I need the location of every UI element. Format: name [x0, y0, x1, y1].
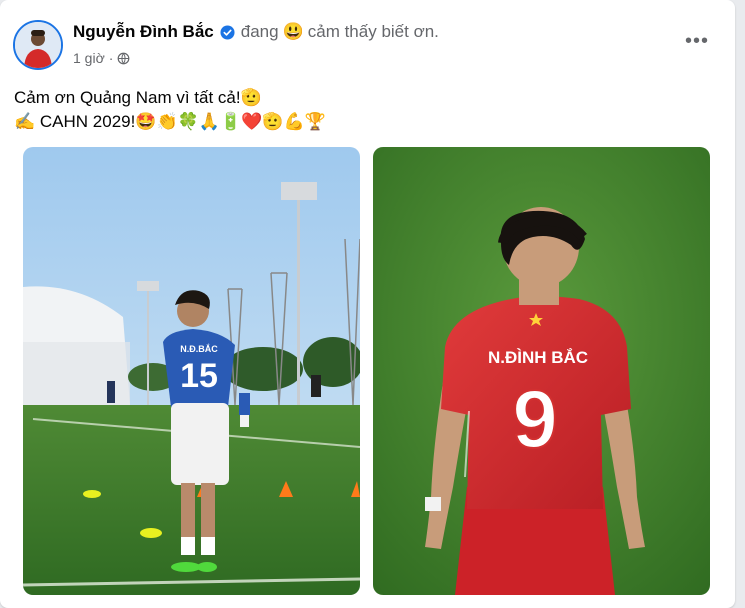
post-header: Nguyễn Đình Bắc đang 😃 cảm thấy biết ơn.: [73, 22, 439, 42]
right-jersey-number: 9: [512, 374, 558, 465]
feeling-emoji: 😃: [282, 22, 304, 41]
feeling-prefix: đang: [240, 22, 279, 41]
post-text-1-emoji: 🫡: [240, 88, 262, 107]
post-timestamp[interactable]: 1 giờ: [73, 50, 105, 66]
globe-icon[interactable]: [117, 52, 130, 65]
author-name[interactable]: Nguyễn Đình Bắc: [73, 22, 214, 42]
more-options-icon[interactable]: •••: [685, 30, 709, 53]
verified-badge-icon: [220, 24, 235, 40]
avatar-image: [15, 22, 61, 68]
training-photo: N.Đ.BẮC 15: [23, 147, 360, 595]
post-meta: 1 giờ ·: [73, 50, 130, 66]
post-text-2: CAHN 2029!: [39, 112, 136, 131]
post-text-line-1: Cảm ơn Quảng Nam vì tất cả!🫡: [14, 88, 262, 108]
post-text-line-2: ✍️ CAHN 2029!🤩👏🍀🙏🔋❤️🫡💪🏆: [14, 112, 326, 132]
post-photo-2[interactable]: N.ĐÌNH BẮC 9: [373, 147, 710, 595]
writing-hand-emoji: ✍️: [14, 112, 36, 131]
post-photo-1[interactable]: N.Đ.BẮC 15: [23, 147, 360, 595]
feeling-text: cảm thấy biết ơn.: [307, 22, 439, 41]
post-card: Nguyễn Đình Bắc đang 😃 cảm thấy biết ơn.…: [0, 0, 735, 608]
left-jersey-number: 15: [180, 357, 218, 395]
post-text-2-emojis: 🤩👏🍀🙏🔋❤️🫡💪🏆: [135, 112, 326, 131]
right-jersey-name: N.ĐÌNH BẮC: [488, 348, 588, 367]
meta-separator: ·: [108, 50, 114, 66]
author-avatar[interactable]: [13, 20, 63, 70]
post-text-1: Cảm ơn Quảng Nam vì tất cả!: [14, 88, 241, 107]
player-photo: N.ĐÌNH BẮC 9: [373, 147, 710, 595]
left-jersey-name: N.Đ.BẮC: [180, 344, 218, 354]
